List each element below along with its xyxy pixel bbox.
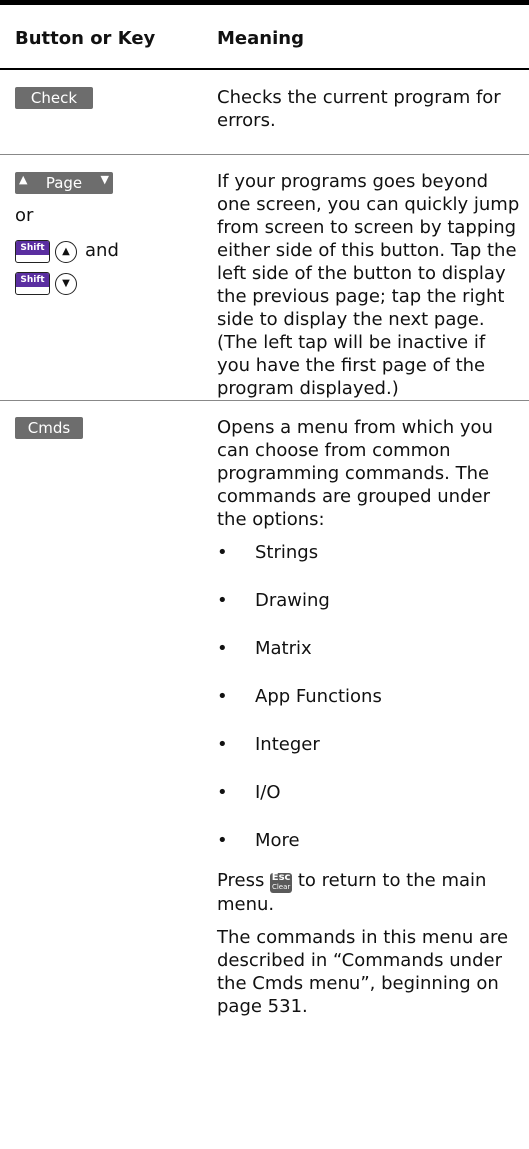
and-text: and (85, 240, 119, 261)
or-text: or (15, 205, 34, 226)
page-meaning: If your programs goes beyond one screen,… (217, 171, 520, 399)
list-item: • I/O (217, 782, 281, 803)
row-divider (0, 154, 529, 155)
check-meaning: Checks the current program for errors. (217, 87, 501, 131)
page-softkey-label: Page (45, 174, 83, 192)
cmds-softkey-label: Cmds (27, 419, 71, 437)
list-item: • Matrix (217, 638, 312, 659)
header-rule (0, 68, 529, 70)
page-down-arrow-icon: ▼ (100, 173, 109, 186)
cmds-description: Opens a menu from which you can choose f… (217, 416, 522, 1018)
press-esc-text: Press Esc Clear to return to the main men… (217, 870, 487, 915)
list-item: • App Functions (217, 686, 382, 707)
cmds-softkey: Cmds (15, 417, 83, 439)
shift-key: Shift (15, 240, 50, 263)
page-description: If your programs goes beyond one screen,… (217, 170, 522, 400)
cmds-meaning: Opens a menu from which you can choose f… (217, 417, 493, 530)
check-softkey: Check (15, 87, 93, 109)
list-item: • Strings (217, 542, 319, 563)
list-item: • More (217, 830, 300, 851)
shift-key-label-2: Shift (20, 275, 45, 285)
cmds-note: The commands in this menu are described … (217, 927, 509, 1017)
up-arrow-key-icon: ▲ (55, 241, 77, 263)
list-item: • Integer (217, 734, 320, 755)
column-header-meaning: Meaning (217, 28, 304, 49)
check-description: Checks the current program for errors. (217, 86, 522, 132)
check-softkey-label: Check (30, 89, 78, 107)
row-divider (0, 400, 529, 401)
shift-key-2: Shift (15, 272, 50, 295)
page-up-arrow-icon: ▲ (19, 173, 28, 186)
esc-key-icon: Esc Clear (270, 872, 293, 893)
page-softkey: ▲ Page ▼ (15, 172, 113, 194)
list-item: • Drawing (217, 590, 330, 611)
options-list: • Strings • Drawing • Matrix • App Functions… (217, 541, 522, 869)
top-rule (0, 0, 529, 5)
shift-key-label: Shift (20, 243, 45, 253)
down-arrow-key-icon: ▼ (55, 273, 77, 295)
column-header-button-or-key: Button or Key (15, 28, 156, 49)
